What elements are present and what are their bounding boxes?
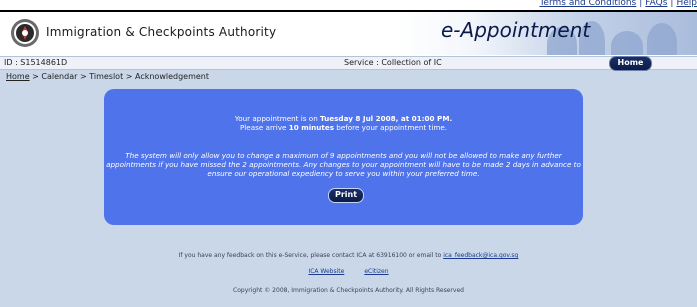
feedback-line: If you have any feedback on this e-Servi… xyxy=(0,252,697,259)
breadcrumb-timeslot: Timeslot xyxy=(89,72,124,81)
help-link[interactable]: Help xyxy=(676,0,697,8)
feedback-email-link[interactable]: ica_feedback@ica.gov.sg xyxy=(443,252,518,259)
utility-links: Terms and Conditions | FAQs | Help xyxy=(539,0,697,8)
terms-link[interactable]: Terms and Conditions xyxy=(539,0,636,8)
agency-name: Immigration & Checkpoints Authority xyxy=(46,25,277,39)
banner-figure xyxy=(611,31,643,55)
breadcrumb-calendar: Calendar xyxy=(41,72,78,81)
service-label: Service : Collection of IC xyxy=(344,58,442,67)
ecitizen-link[interactable]: eCitizen xyxy=(364,268,388,275)
footer-links: ICA Website eCitizen xyxy=(0,268,697,275)
app-title: e-Appointment xyxy=(441,18,591,42)
util-separator: | xyxy=(639,0,643,8)
appointment-summary: Your appointment is on Tuesday 8 Jul 200… xyxy=(104,114,583,132)
breadcrumb-home-link[interactable]: Home xyxy=(6,72,30,81)
ica-crest-icon xyxy=(11,19,39,47)
copyright-text: Copyright © 2008, Immigration & Checkpoi… xyxy=(233,287,464,294)
breadcrumb-acknowledgement: Acknowledgement xyxy=(135,72,210,81)
appointment-date: Tuesday 8 Jul 2008, at 01:00 PM. xyxy=(320,114,453,123)
utility-bar: Terms and Conditions | FAQs | Help xyxy=(0,0,697,10)
banner-figure xyxy=(647,23,677,55)
user-id-label: ID : S1514861D xyxy=(4,58,68,67)
info-bar: ID : S1514861D Service : Collection of I… xyxy=(0,56,697,71)
breadcrumb-separator: > xyxy=(77,72,90,81)
breadcrumb: Home > Calendar > Timeslot > Acknowledge… xyxy=(6,72,209,81)
arrive-suffix: before your appointment time. xyxy=(333,123,448,132)
print-button[interactable]: Print xyxy=(328,188,364,203)
brand-banner: e-Appointment xyxy=(397,12,697,55)
appointment-notice: The system will only allow you to change… xyxy=(106,151,581,178)
appointment-panel: Your appointment is on Tuesday 8 Jul 200… xyxy=(104,89,583,225)
site-header: Immigration & Checkpoints Authority e-Ap… xyxy=(0,10,697,57)
arrive-minutes: 10 minutes xyxy=(288,123,334,132)
appointment-prefix: Your appointment is on xyxy=(234,114,321,123)
breadcrumb-separator: > xyxy=(29,72,42,81)
faqs-link[interactable]: FAQs xyxy=(645,0,667,8)
arrive-prefix: Please arrive xyxy=(239,123,289,132)
ica-website-link[interactable]: ICA Website xyxy=(308,268,344,275)
home-button[interactable]: Home xyxy=(609,56,652,71)
breadcrumb-separator: > xyxy=(123,72,135,81)
feedback-text: If you have any feedback on this e-Servi… xyxy=(178,252,444,259)
